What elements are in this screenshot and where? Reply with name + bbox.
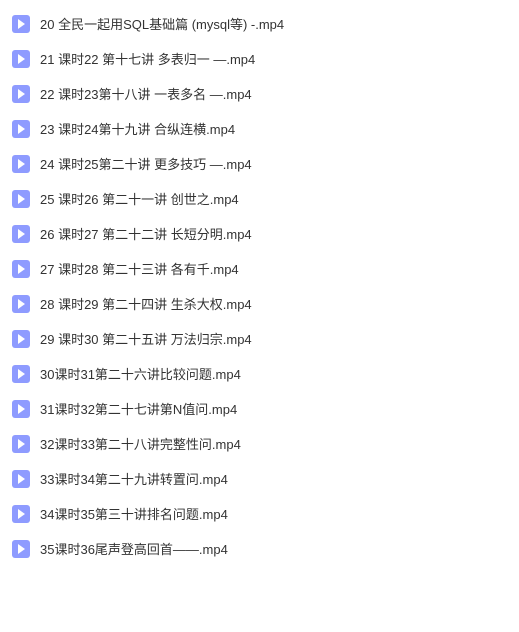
file-name: 23 课时24第十九讲 合纵连横.mp4	[40, 119, 235, 138]
file-item[interactable]: 33课时34第二十九讲转置问.mp4	[0, 461, 519, 496]
video-file-icon	[12, 50, 30, 68]
file-name: 31课时32第二十七讲第N值问.mp4	[40, 399, 237, 418]
file-item[interactable]: 34课时35第三十讲排名问题.mp4	[0, 496, 519, 531]
file-item[interactable]: 29 课时30 第二十五讲 万法归宗.mp4	[0, 321, 519, 356]
file-name: 22 课时23第十八讲 一表多名 —.mp4	[40, 84, 252, 103]
file-name: 28 课时29 第二十四讲 生杀大权.mp4	[40, 294, 252, 313]
video-file-icon	[12, 225, 30, 243]
file-item[interactable]: 20 全民一起用SQL基础篇 (mysql等) -.mp4	[0, 6, 519, 41]
file-item[interactable]: 27 课时28 第二十三讲 各有千.mp4	[0, 251, 519, 286]
video-file-icon	[12, 435, 30, 453]
file-name: 32课时33第二十八讲完整性问.mp4	[40, 434, 241, 453]
file-item[interactable]: 21 课时22 第十七讲 多表归一 —.mp4	[0, 41, 519, 76]
video-file-icon	[12, 155, 30, 173]
video-file-icon	[12, 190, 30, 208]
file-item[interactable]: 22 课时23第十八讲 一表多名 —.mp4	[0, 76, 519, 111]
video-file-icon	[12, 295, 30, 313]
file-name: 35课时36尾声登高回首——.mp4	[40, 539, 228, 558]
file-item[interactable]: 31课时32第二十七讲第N值问.mp4	[0, 391, 519, 426]
video-file-icon	[12, 260, 30, 278]
file-name: 30课时31第二十六讲比较问题.mp4	[40, 364, 241, 383]
file-item[interactable]: 25 课时26 第二十一讲 创世之.mp4	[0, 181, 519, 216]
video-file-icon	[12, 540, 30, 558]
file-item[interactable]: 35课时36尾声登高回首——.mp4	[0, 531, 519, 566]
file-item[interactable]: 23 课时24第十九讲 合纵连横.mp4	[0, 111, 519, 146]
file-name: 24 课时25第二十讲 更多技巧 —.mp4	[40, 154, 252, 173]
video-file-icon	[12, 365, 30, 383]
file-item[interactable]: 26 课时27 第二十二讲 长短分明.mp4	[0, 216, 519, 251]
video-file-icon	[12, 505, 30, 523]
file-name: 33课时34第二十九讲转置问.mp4	[40, 469, 228, 488]
video-file-icon	[12, 470, 30, 488]
video-file-icon	[12, 15, 30, 33]
video-file-icon	[12, 400, 30, 418]
file-name: 29 课时30 第二十五讲 万法归宗.mp4	[40, 329, 252, 348]
file-item[interactable]: 28 课时29 第二十四讲 生杀大权.mp4	[0, 286, 519, 321]
file-name: 21 课时22 第十七讲 多表归一 —.mp4	[40, 49, 255, 68]
video-file-icon	[12, 330, 30, 348]
file-name: 26 课时27 第二十二讲 长短分明.mp4	[40, 224, 252, 243]
file-name: 34课时35第三十讲排名问题.mp4	[40, 504, 228, 523]
video-file-icon	[12, 85, 30, 103]
file-item[interactable]: 24 课时25第二十讲 更多技巧 —.mp4	[0, 146, 519, 181]
file-list: 20 全民一起用SQL基础篇 (mysql等) -.mp4 21 课时22 第十七…	[0, 6, 519, 566]
file-item[interactable]: 32课时33第二十八讲完整性问.mp4	[0, 426, 519, 461]
file-name: 27 课时28 第二十三讲 各有千.mp4	[40, 259, 239, 278]
file-name: 25 课时26 第二十一讲 创世之.mp4	[40, 189, 239, 208]
video-file-icon	[12, 120, 30, 138]
file-name: 20 全民一起用SQL基础篇 (mysql等) -.mp4	[40, 14, 284, 33]
file-item[interactable]: 30课时31第二十六讲比较问题.mp4	[0, 356, 519, 391]
